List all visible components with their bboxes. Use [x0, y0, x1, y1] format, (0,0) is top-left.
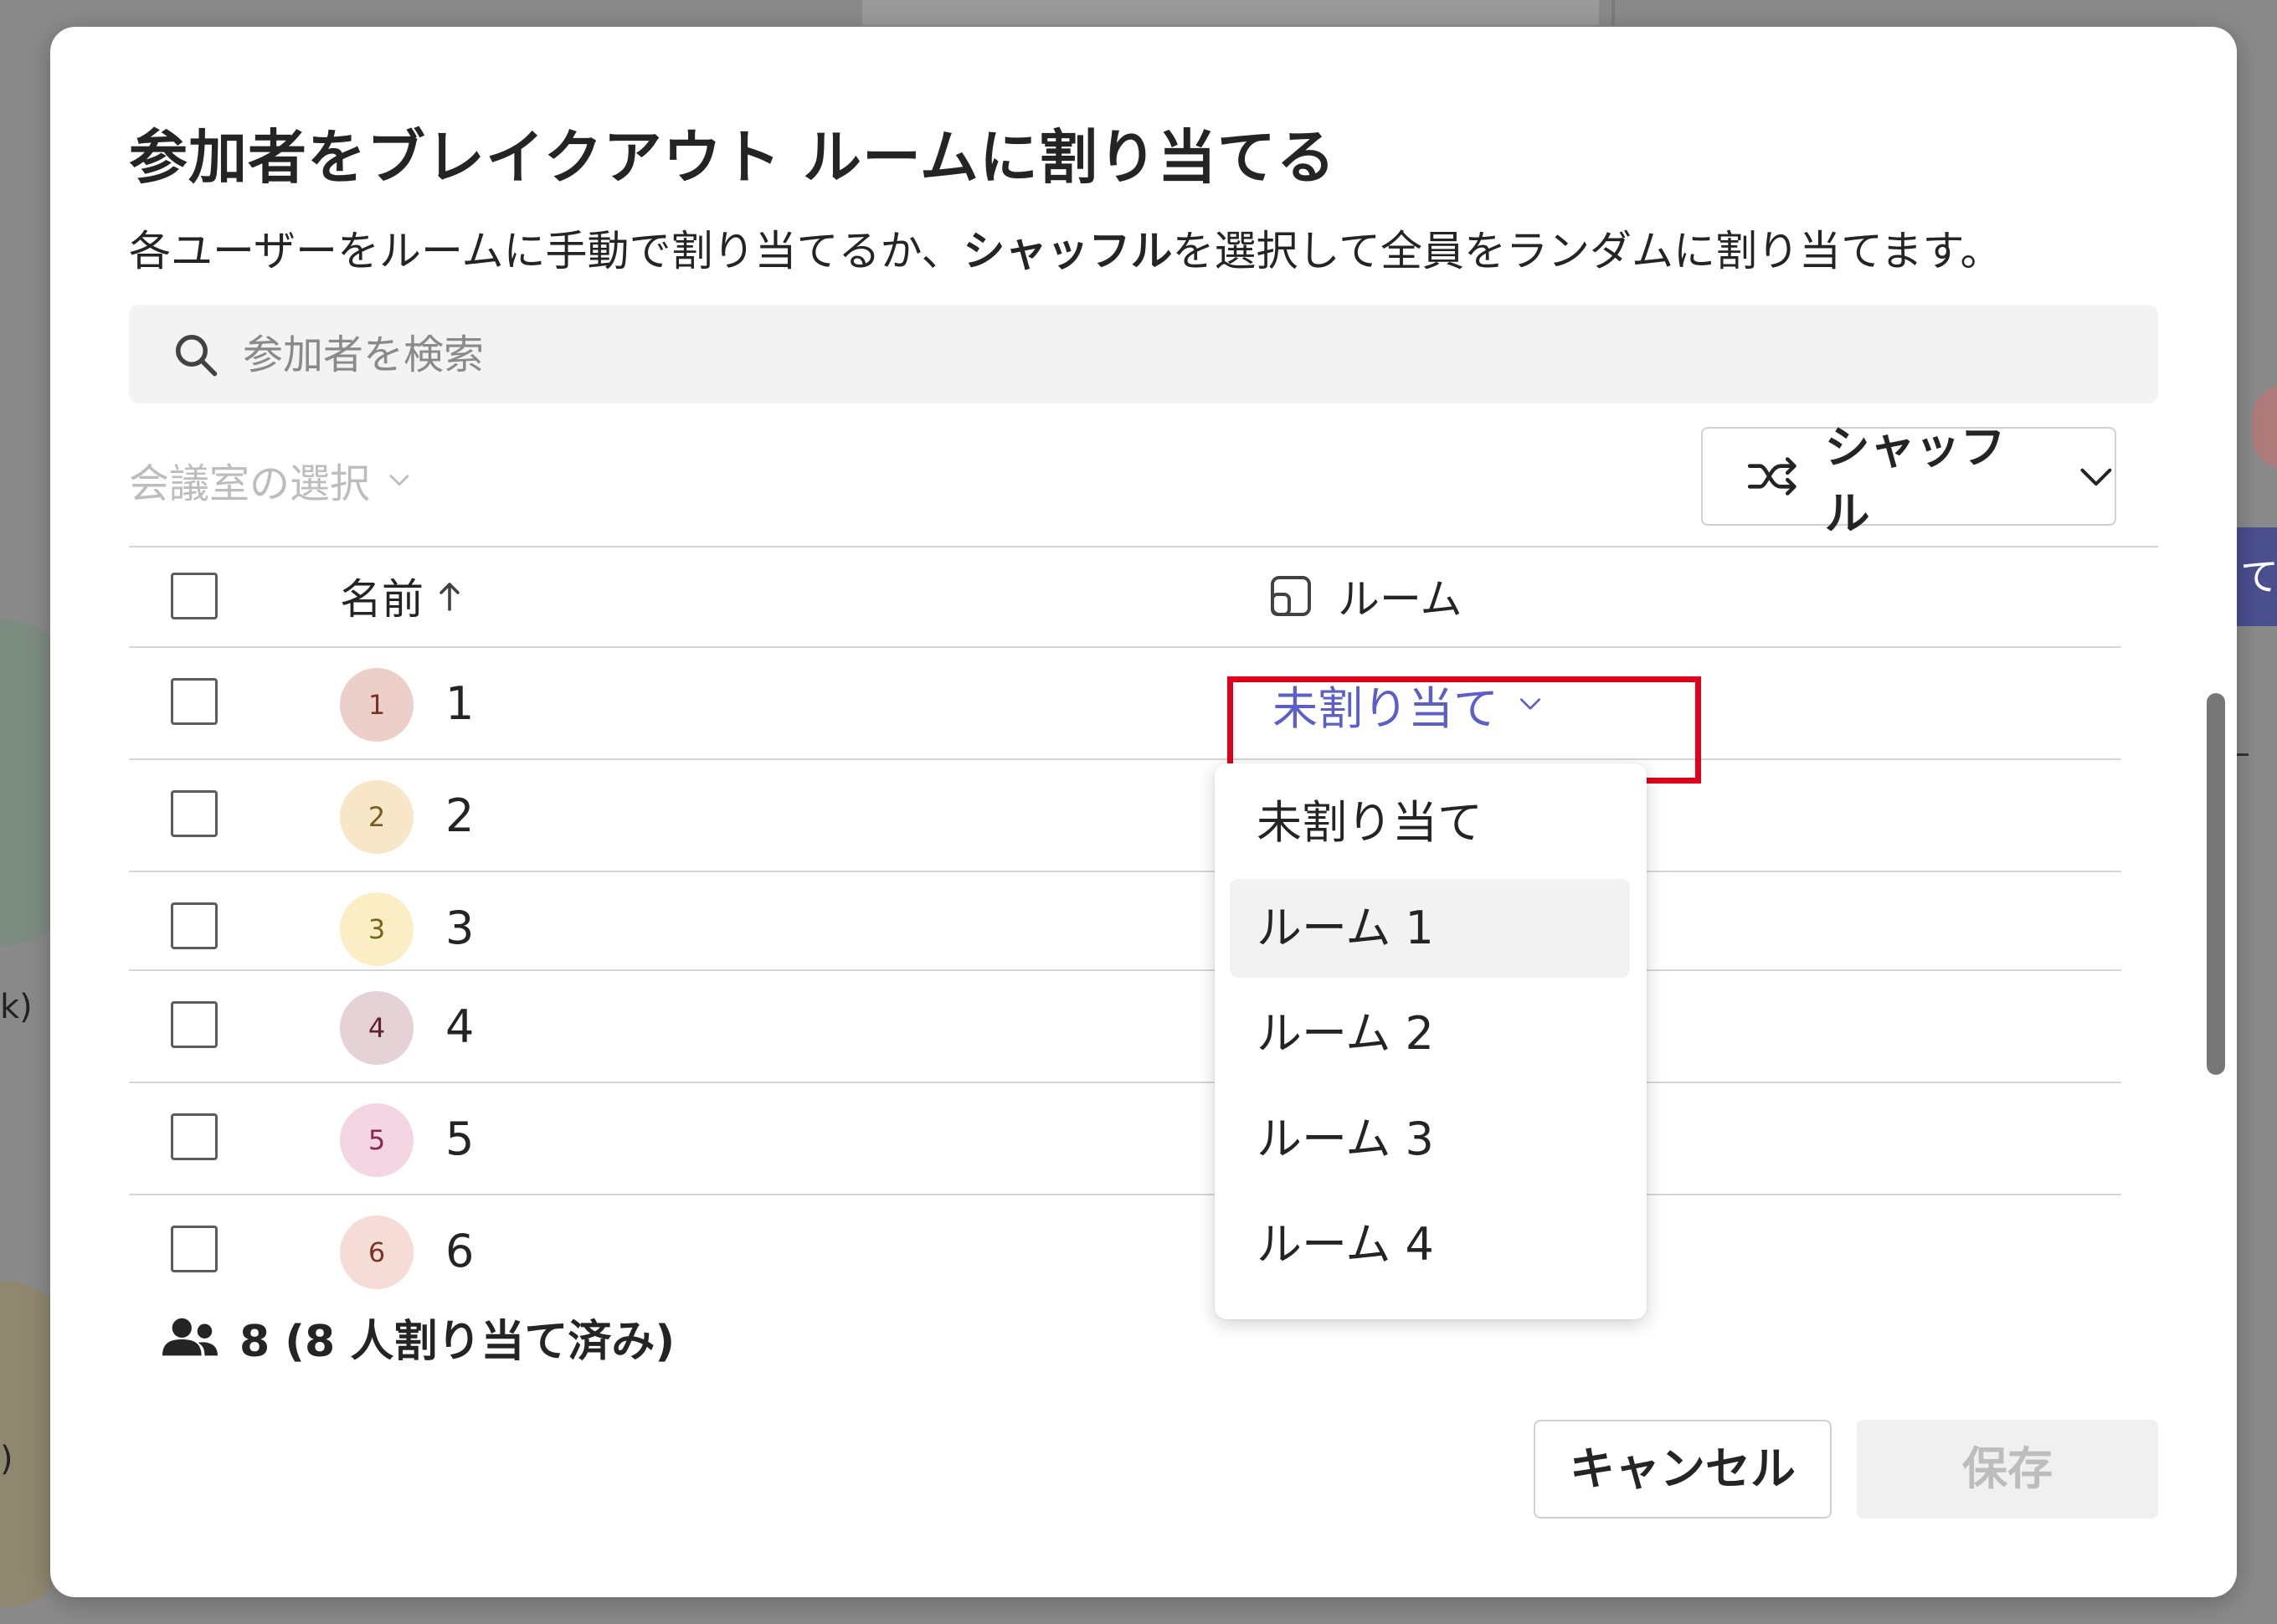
- select-all-checkbox[interactable]: [171, 573, 218, 619]
- search-box[interactable]: [129, 305, 2158, 403]
- room-select-dropdown[interactable]: 会議室の選択: [129, 450, 414, 509]
- participant-name: 6: [445, 1225, 475, 1277]
- background-text: ): [0, 1440, 13, 1478]
- row-checkbox[interactable]: [171, 678, 218, 725]
- background-avatar: [2252, 385, 2277, 469]
- table-row: 6 6: [129, 1194, 2121, 1309]
- menu-item-room-3[interactable]: ルーム 3: [1230, 1090, 1630, 1189]
- description-shuffle-emphasis: シャッフル: [963, 227, 1173, 275]
- row-checkbox[interactable]: [171, 1226, 218, 1272]
- background-divider: [2235, 753, 2249, 756]
- participants-list: 1 1 未割り当て 2 2 3 3: [129, 646, 2121, 969]
- row-checkbox[interactable]: [171, 902, 218, 949]
- participant-name: 5: [445, 1113, 475, 1165]
- avatar: 2: [340, 780, 414, 854]
- row-checkbox[interactable]: [171, 790, 218, 837]
- avatar: 4: [340, 991, 414, 1065]
- avatar: 6: [340, 1215, 414, 1289]
- room-dropdown-menu: 未割り当て ルーム 1 ルーム 2 ルーム 3 ルーム 4: [1215, 763, 1647, 1319]
- header-select-all: [171, 546, 218, 646]
- column-name-label: 名前: [340, 575, 424, 624]
- column-room-label: ルーム: [1338, 575, 1462, 624]
- table-row: 2 2: [129, 758, 2121, 871]
- description-text: 各ユーザーをルームに手動で割り当てるか、: [129, 227, 964, 275]
- assign-participants-dialog: 参加者をブレイクアウト ルームに割り当てる 各ユーザーをルームに手動で割り当てる…: [50, 27, 2237, 1597]
- table-row: 3 3: [129, 871, 2121, 969]
- background-panel: [862, 0, 1599, 25]
- search-icon: [176, 335, 218, 377]
- save-button: 保存: [1857, 1420, 2158, 1519]
- avatar: 1: [340, 668, 414, 742]
- participant-name: 4: [445, 1000, 475, 1053]
- table-row: 1 1 未割り当て: [129, 646, 2121, 758]
- assigned-count: 8 (8 人割り当て済み): [162, 1306, 675, 1369]
- room-select-label: 会議室の選択: [129, 460, 371, 507]
- participants-list-continued: 4 4 5 5 6 6: [129, 969, 2121, 1309]
- menu-item-room-4[interactable]: ルーム 4: [1230, 1195, 1630, 1294]
- table-row: 5 5: [129, 1082, 2121, 1194]
- shuffle-button[interactable]: シャッフル: [1701, 421, 2116, 540]
- participant-name: 2: [445, 789, 475, 842]
- menu-item-unassigned[interactable]: 未割り当て: [1230, 773, 1630, 872]
- description-text: を選択して全員をランダムに割り当てます。: [1172, 227, 2002, 275]
- scrollbar[interactable]: [2207, 693, 2225, 1075]
- participant-name: 3: [445, 902, 475, 954]
- avatar: 5: [340, 1103, 414, 1177]
- background-button: て: [2233, 527, 2277, 626]
- avatar: 3: [340, 892, 414, 966]
- chevron-down-icon: [2080, 468, 2112, 486]
- participant-name: 1: [445, 677, 475, 730]
- chevron-down-icon: [389, 475, 409, 486]
- people-icon: [162, 1318, 218, 1355]
- assigned-count-text: 8 (8 人割り当て済み): [239, 1317, 676, 1367]
- dialog-description: 各ユーザーをルームに手動で割り当てるか、シャッフルを選択して全員をランダムに割り…: [129, 218, 2002, 278]
- column-header-room: ルーム: [1267, 546, 1462, 646]
- table-row: 4 4: [129, 969, 2121, 1082]
- menu-item-room-1[interactable]: ルーム 1: [1230, 879, 1630, 978]
- background-divider: [1611, 0, 1615, 25]
- room-icon: [1271, 576, 1311, 616]
- background-text: k): [0, 988, 33, 1026]
- column-header-name[interactable]: 名前: [340, 546, 464, 646]
- cancel-button[interactable]: キャンセル: [1534, 1420, 1832, 1519]
- menu-item-room-2[interactable]: ルーム 2: [1230, 984, 1630, 1083]
- row-checkbox[interactable]: [171, 1001, 218, 1048]
- arrow-up-icon: [439, 583, 460, 611]
- shuffle-icon: [1747, 457, 1796, 496]
- dialog-title: 参加者をブレイクアウト ルームに割り当てる: [129, 123, 1336, 192]
- row-checkbox[interactable]: [171, 1113, 218, 1160]
- search-input[interactable]: [241, 316, 2120, 393]
- shuffle-label: シャッフル: [1824, 421, 2006, 540]
